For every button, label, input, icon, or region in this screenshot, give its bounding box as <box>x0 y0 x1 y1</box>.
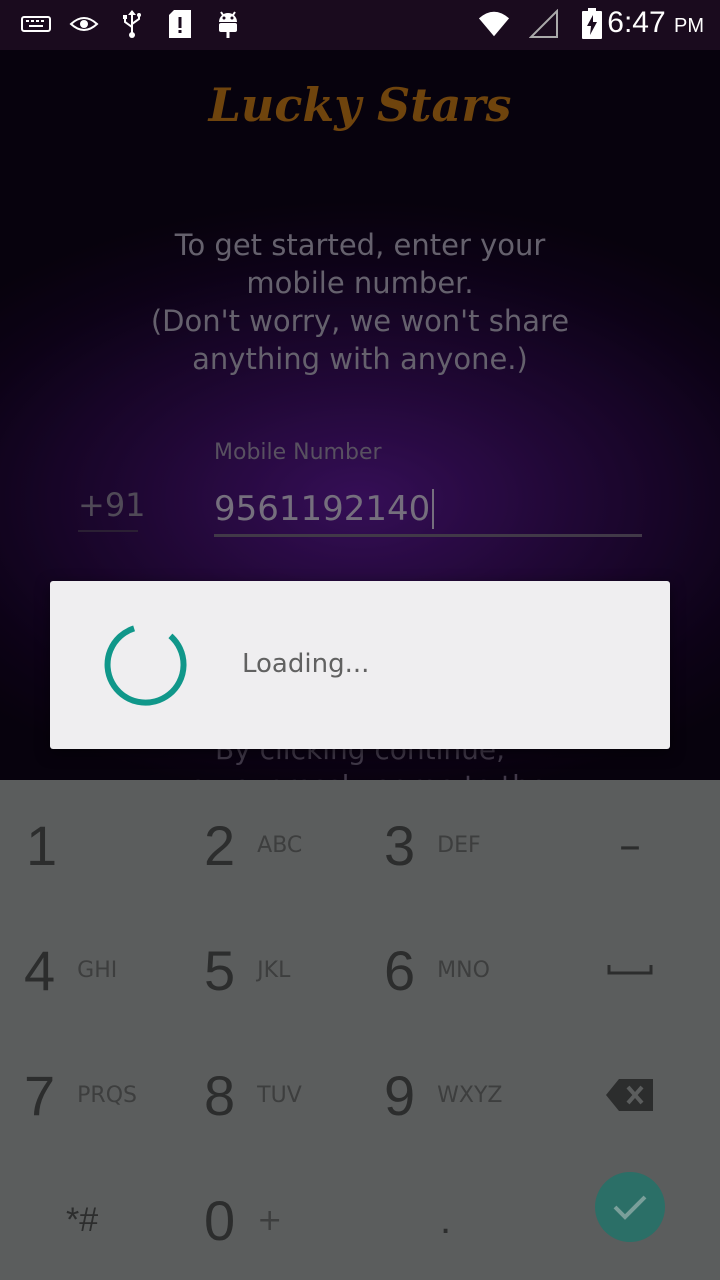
loading-dialog: Loading... <box>50 581 670 749</box>
key-space[interactable] <box>570 915 690 1025</box>
loading-text: Loading... <box>242 649 370 679</box>
usb-icon <box>116 8 148 40</box>
key-5[interactable]: 5 JKL <box>204 915 290 1025</box>
key-4[interactable]: 4 GHI <box>24 915 117 1025</box>
numeric-keypad: 1 2 ABC 3 DEF – 4 GHI 5 JKL 6 MNO 7 PRQS… <box>0 780 720 1280</box>
key-8[interactable]: 8 TUV <box>204 1040 302 1150</box>
android-debug-icon <box>212 8 244 40</box>
keyboard-icon <box>20 8 52 40</box>
key-dot[interactable]: . <box>440 1165 451 1275</box>
clock: 6:47 PM <box>607 6 704 39</box>
eye-icon <box>68 8 100 40</box>
done-button[interactable] <box>595 1172 665 1242</box>
key-9[interactable]: 9 WXYZ <box>384 1040 503 1150</box>
battery-charging-icon <box>576 8 608 40</box>
checkmark-icon <box>613 1195 647 1220</box>
progress-spinner-icon <box>104 625 187 706</box>
key-0[interactable]: 0 + <box>204 1165 282 1275</box>
cellular-signal-icon <box>528 8 560 40</box>
status-bar: 6:47 PM <box>0 0 720 50</box>
key-1[interactable]: 1 <box>26 790 57 900</box>
backspace-icon <box>606 1079 653 1111</box>
key-2[interactable]: 2 ABC <box>204 790 302 900</box>
sd-card-alert-icon <box>164 8 196 40</box>
space-icon <box>607 965 653 975</box>
key-backspace[interactable] <box>570 1040 690 1150</box>
key-7[interactable]: 7 PRQS <box>24 1040 137 1150</box>
key-star-hash[interactable]: *# <box>66 1165 98 1275</box>
key-6[interactable]: 6 MNO <box>384 915 490 1025</box>
wifi-icon <box>478 8 510 40</box>
key-3[interactable]: 3 DEF <box>384 790 481 900</box>
key-minus[interactable]: – <box>570 790 690 900</box>
